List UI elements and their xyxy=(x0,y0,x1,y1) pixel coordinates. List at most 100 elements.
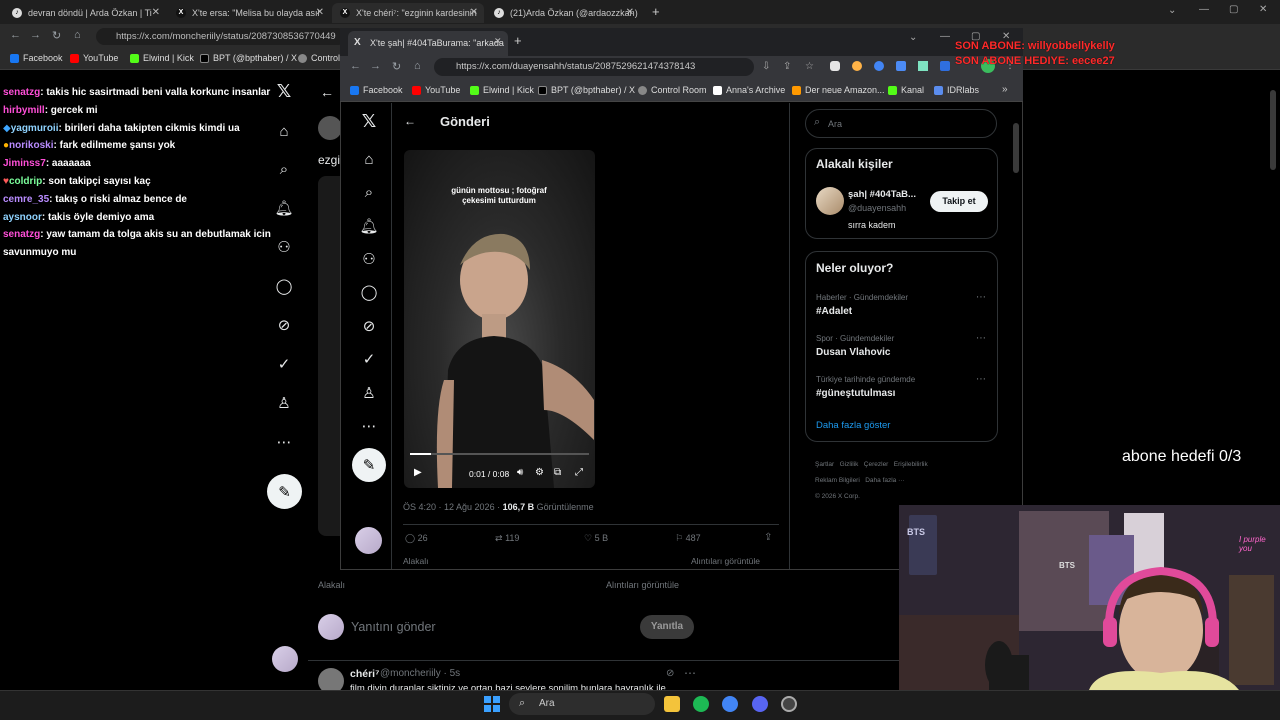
compose-post-button[interactable]: ✎ xyxy=(267,474,302,509)
scrollbar[interactable] xyxy=(1013,123,1019,173)
discord-icon[interactable] xyxy=(752,696,768,712)
repost-action[interactable]: ⇄ 119 xyxy=(495,533,519,544)
x-logo-icon[interactable]: 𝕏 xyxy=(275,81,293,101)
show-more-link[interactable]: Daha fazla göster xyxy=(816,420,890,431)
extension-icon[interactable] xyxy=(896,61,906,71)
extension-icon[interactable] xyxy=(852,61,862,71)
extension-icon[interactable] xyxy=(874,61,884,71)
search-input[interactable]: ⌕ Ara xyxy=(805,109,997,138)
forward-icon[interactable]: → xyxy=(370,60,381,72)
home-icon[interactable]: ⌂ xyxy=(275,122,293,140)
back-icon[interactable]: ← xyxy=(10,29,21,41)
fullscreen-icon[interactable]: ⤢ xyxy=(575,467,583,478)
obs-icon[interactable] xyxy=(781,696,797,712)
play-icon[interactable]: ▶ xyxy=(414,467,422,478)
trend-item[interactable]: Spor · Gündemdekiler Dusan Vlahovic xyxy=(816,334,894,358)
footer-link[interactable]: Gizlilik xyxy=(840,461,859,468)
profile-icon[interactable]: ♙ xyxy=(275,394,293,412)
bookmark-idrlabs[interactable]: IDRlabs xyxy=(934,85,979,95)
explore-icon[interactable]: ⌕ xyxy=(275,160,293,178)
trend-item[interactable]: Haberler · Gündemdekiler #Adalet xyxy=(816,293,908,317)
tab-x-cheri[interactable]: X X'te chéri⁷: "ezginin kardesinin ✕ xyxy=(332,3,484,23)
home-icon[interactable]: ⌂ xyxy=(74,29,81,41)
messages-icon[interactable]: ◯ xyxy=(359,282,379,302)
alakali-filter[interactable]: Alakalı xyxy=(403,556,429,566)
bookmark-control[interactable]: Control xyxy=(298,53,340,63)
related-avatar[interactable] xyxy=(816,187,844,215)
extension-icon[interactable] xyxy=(940,61,950,71)
close-icon[interactable]: ✕ xyxy=(626,7,634,18)
home-icon[interactable]: ⌂ xyxy=(359,149,379,169)
forward-icon[interactable]: → xyxy=(30,29,41,41)
reload-icon[interactable]: ↻ xyxy=(52,29,61,42)
notifications-icon[interactable]: 🔔︎ xyxy=(274,199,293,217)
bookmark-star-icon[interactable]: ☆ xyxy=(805,61,814,72)
video-progress[interactable] xyxy=(410,453,589,455)
tab-tiktok-devran[interactable]: ♪ devran döndü | Arda Özkan | Ti ✕ xyxy=(4,3,166,23)
trend-item[interactable]: Türkiye tarihinde gündemde #güneştutulma… xyxy=(816,375,915,399)
new-tab-icon[interactable]: + xyxy=(514,33,522,48)
bookmark-action[interactable]: ⚐ 487 xyxy=(675,533,701,544)
grok-icon[interactable]: ⊘ xyxy=(275,316,293,334)
follow-icon[interactable]: ⚇ xyxy=(359,249,379,269)
more-bookmarks-icon[interactable]: » xyxy=(1002,84,1008,95)
close-icon[interactable]: ✕ xyxy=(494,36,502,47)
bookmark-facebook[interactable]: Facebook xyxy=(10,53,63,63)
grok-icon[interactable]: ⊘ xyxy=(359,316,379,336)
popup-active-tab[interactable]: X X'te şah| #404TaBurama: "arkada xyxy=(348,31,508,56)
compose-post-button[interactable]: ✎ xyxy=(352,448,386,482)
more-icon[interactable]: ⋯ xyxy=(976,333,986,344)
tab-search-icon[interactable]: ⌄ xyxy=(909,32,917,43)
footer-link[interactable]: Şartlar xyxy=(815,461,834,468)
file-explorer-icon[interactable] xyxy=(664,696,680,712)
scrollbar[interactable] xyxy=(1270,90,1276,170)
reply-action[interactable]: ◯ 26 xyxy=(405,533,428,544)
explore-icon[interactable]: ⌕ xyxy=(359,182,379,202)
windows-start-icon[interactable] xyxy=(484,696,500,712)
footer-link[interactable]: Erişilebilirlik xyxy=(894,461,928,468)
install-icon[interactable]: ⇩ xyxy=(762,61,770,72)
x-logo-icon[interactable]: 𝕏 xyxy=(359,111,379,131)
main-alakali[interactable]: Alakalı xyxy=(318,580,345,590)
bookmark-control-room[interactable]: Control Room xyxy=(638,85,707,95)
more-icon[interactable]: ⋯ xyxy=(684,666,696,680)
avatar[interactable] xyxy=(355,527,382,554)
back-arrow-icon[interactable]: ← xyxy=(320,84,334,100)
follow-button[interactable]: Takip et xyxy=(930,191,988,212)
close-icon[interactable]: ✕ xyxy=(470,7,478,18)
volume-icon[interactable]: 🔊︎ xyxy=(517,467,523,478)
like-action[interactable]: ♡ 5 B xyxy=(584,533,608,544)
back-icon[interactable]: ← xyxy=(350,60,361,72)
grok-icon[interactable]: ⊘ xyxy=(666,668,674,679)
verified-icon[interactable]: ✓ xyxy=(275,355,293,373)
bookmark-kick[interactable]: Elwind | Kick xyxy=(470,85,534,95)
related-name[interactable]: şah| #404TaB... xyxy=(848,189,916,200)
more-icon[interactable]: ⋯ xyxy=(359,416,379,436)
back-arrow-icon[interactable]: ← xyxy=(404,114,416,128)
taskbar-search[interactable]: ⌕ Ara xyxy=(509,693,655,715)
more-icon[interactable]: ⋯ xyxy=(275,433,293,451)
follow-icon[interactable]: ⚇ xyxy=(275,238,293,256)
maximize-icon[interactable]: ▢ xyxy=(1229,4,1238,15)
avatar[interactable] xyxy=(272,646,298,672)
spotify-icon[interactable] xyxy=(693,696,709,712)
home-icon[interactable]: ⌂ xyxy=(414,60,421,72)
share-icon[interactable]: ⇪ xyxy=(764,532,772,543)
extension-icon[interactable] xyxy=(918,61,928,71)
address-bar[interactable]: https://x.com/moncheriily/status/2087308… xyxy=(96,28,346,45)
bookmark-youtube[interactable]: YouTube xyxy=(70,53,118,63)
reload-icon[interactable]: ↻ xyxy=(392,60,401,73)
bookmark-bpt[interactable]: BPT (@bpthaber) / X xyxy=(538,85,635,95)
bookmark-bpt[interactable]: BPT (@bpthaber) / X xyxy=(200,53,297,63)
bookmark-kick[interactable]: Elwind | Kick xyxy=(130,53,194,63)
pip-icon[interactable]: ⧉ xyxy=(554,467,561,478)
more-icon[interactable]: ⋯ xyxy=(976,292,986,303)
close-icon[interactable]: ✕ xyxy=(316,7,324,18)
footer-link[interactable]: Reklam Bilgileri xyxy=(815,477,860,484)
window-close-icon[interactable]: ✕ xyxy=(1259,4,1267,15)
footer-link[interactable]: Daha fazla ··· xyxy=(865,477,904,484)
close-icon[interactable]: ✕ xyxy=(152,7,160,18)
bookmark-amazon[interactable]: Der neue Amazon... xyxy=(792,85,885,95)
bookmark-kanal[interactable]: Kanal xyxy=(888,85,924,95)
popup-address-bar[interactable]: https://x.com/duayensahh/status/20875296… xyxy=(434,58,754,76)
